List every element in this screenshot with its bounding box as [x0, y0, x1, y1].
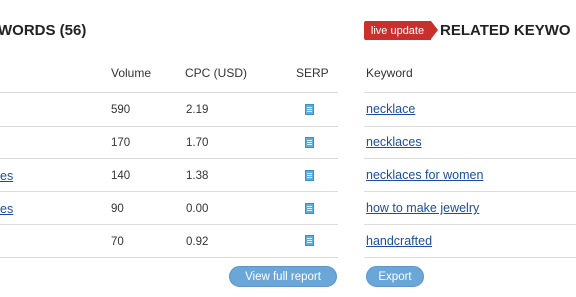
related-keyword-link[interactable]: how to make jewelry [366, 201, 479, 215]
related-keyword-link[interactable]: necklaces [366, 135, 422, 149]
volume-cell: 590 [111, 104, 131, 116]
serp-icon[interactable] [305, 235, 314, 246]
volume-cell: 140 [111, 170, 131, 182]
cpc-cell: 2.19 [186, 104, 209, 116]
keyword-link[interactable]: es [0, 202, 13, 216]
cpc-cell: 0.00 [186, 203, 209, 215]
cpc-cell: 0.92 [186, 236, 209, 248]
organic-keywords-title: WORDS (56) [0, 22, 87, 39]
related-keywords-title: RELATED KEYWO [440, 22, 571, 39]
serp-icon[interactable] [305, 203, 314, 214]
volume-cell: 70 [111, 236, 124, 248]
serp-icon[interactable] [305, 104, 314, 115]
cpc-cell: 1.38 [186, 170, 209, 182]
related-keyword-link[interactable]: necklaces for women [366, 168, 483, 182]
column-header-volume[interactable]: Volume [111, 66, 151, 80]
volume-cell: 170 [111, 137, 131, 149]
export-button[interactable]: Export [366, 266, 424, 287]
related-keyword-link[interactable]: necklace [366, 102, 415, 116]
serp-icon[interactable] [305, 137, 314, 148]
column-header-keyword: Keyword [366, 66, 413, 80]
volume-cell: 90 [111, 203, 124, 215]
column-header-serp: SERP [296, 66, 329, 80]
view-full-report-button[interactable]: View full report [229, 266, 337, 287]
related-keyword-link[interactable]: handcrafted [366, 234, 432, 248]
keyword-link[interactable]: es [0, 169, 13, 183]
cpc-cell: 1.70 [186, 137, 209, 149]
serp-icon[interactable] [305, 170, 314, 181]
column-header-cpc[interactable]: CPC (USD) [185, 66, 247, 80]
live-update-badge: live update [364, 21, 438, 40]
